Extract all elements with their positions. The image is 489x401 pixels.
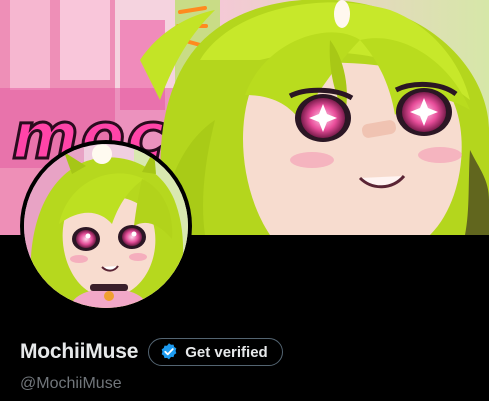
profile-handle: @MochiiMuse [20, 375, 122, 392]
profile-avatar[interactable] [20, 140, 192, 312]
get-verified-label: Get verified [185, 343, 268, 361]
verified-badge-icon [161, 343, 177, 360]
avatar-image [24, 144, 188, 308]
profile-name-row: MochiiMuse Get verified [20, 338, 283, 366]
get-verified-button[interactable]: Get verified [148, 338, 283, 366]
display-name: MochiiMuse [20, 340, 139, 363]
